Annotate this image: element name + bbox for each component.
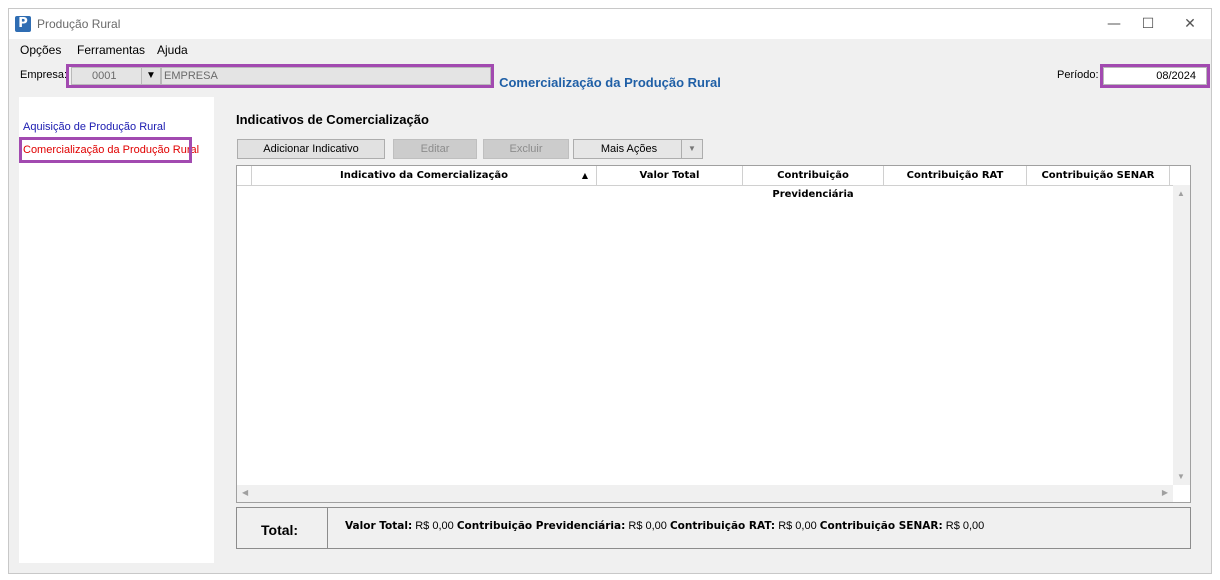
periodo-label: Período: bbox=[1057, 69, 1099, 81]
close-button[interactable]: ✕ bbox=[1167, 9, 1213, 39]
grid-header: Indicativo da Comercialização ▲ Valor To… bbox=[237, 166, 1190, 200]
more-actions-label: Mais Ações bbox=[600, 143, 658, 155]
title-bar: P Produção Rural — ☐ ✕ bbox=[9, 9, 1211, 39]
sidebar: Aquisição de Produção Rural Comercializa… bbox=[19, 97, 214, 563]
totals-divider bbox=[327, 508, 328, 548]
menu-opcoes[interactable]: Opções bbox=[20, 43, 61, 57]
delete-button[interactable]: Excluir bbox=[483, 139, 569, 159]
total-label: Total: bbox=[261, 522, 299, 538]
menu-ajuda[interactable]: Ajuda bbox=[157, 43, 188, 57]
more-actions-button[interactable]: Mais Ações ▼ bbox=[573, 139, 703, 159]
page-title: Comercialização da Produção Rural bbox=[499, 75, 721, 90]
prev-value: R$ 0,00 bbox=[628, 520, 667, 532]
section-title: Indicativos de Comercialização bbox=[236, 112, 429, 127]
prev-label: Contribuição Previdenciária: bbox=[456, 520, 626, 532]
row-header-cell bbox=[237, 166, 252, 185]
col-valor-total[interactable]: Valor Total bbox=[597, 166, 743, 185]
rat-label: Contribuição RAT: bbox=[669, 520, 776, 532]
scroll-right-icon[interactable]: ▶ bbox=[1162, 488, 1168, 497]
maximize-button[interactable]: ☐ bbox=[1125, 9, 1171, 39]
senar-label: Contribuição SENAR: bbox=[819, 520, 943, 532]
col-indicativo-label: Indicativo da Comercialização bbox=[340, 170, 508, 181]
valor-total-value: R$ 0,00 bbox=[415, 520, 454, 532]
periodo-highlight bbox=[1100, 64, 1210, 88]
valor-total-label: Valor Total: bbox=[345, 520, 413, 532]
app-window: P Produção Rural — ☐ ✕ Opções Ferramenta… bbox=[8, 8, 1212, 574]
sidebar-item-aquisicao[interactable]: Aquisição de Produção Rural bbox=[23, 121, 165, 133]
add-indicativo-button[interactable]: Adicionar Indicativo bbox=[237, 139, 385, 159]
app-logo-icon: P bbox=[15, 16, 31, 32]
rat-value: R$ 0,00 bbox=[778, 520, 817, 532]
col-indicativo[interactable]: Indicativo da Comercialização ▲ bbox=[252, 166, 597, 185]
sidebar-highlight bbox=[19, 137, 192, 163]
scroll-left-icon[interactable]: ◀ bbox=[242, 488, 248, 497]
menu-bar: Opções Ferramentas Ajuda bbox=[9, 39, 1211, 61]
scroll-down-icon[interactable]: ▼ bbox=[1177, 472, 1185, 481]
indicativos-grid: Indicativo da Comercialização ▲ Valor To… bbox=[236, 165, 1191, 503]
totals-summary: Valor Total: R$ 0,00 Contribuição Previd… bbox=[345, 520, 984, 532]
edit-button[interactable]: Editar bbox=[393, 139, 477, 159]
col-contribuicao-senar[interactable]: Contribuição SENAR bbox=[1027, 166, 1170, 185]
senar-value: R$ 0,00 bbox=[945, 520, 985, 532]
scroll-up-icon[interactable]: ▲ bbox=[1177, 189, 1185, 198]
window-title: Produção Rural bbox=[37, 17, 121, 31]
menu-ferramentas[interactable]: Ferramentas bbox=[77, 43, 145, 57]
sort-asc-icon: ▲ bbox=[581, 171, 588, 180]
dropdown-arrow-icon: ▼ bbox=[681, 140, 702, 158]
col-contribuicao-previdenciaria[interactable]: Contribuição Previdenciária bbox=[743, 166, 884, 200]
horizontal-scrollbar[interactable]: ◀ ▶ bbox=[237, 485, 1173, 502]
vertical-scrollbar[interactable]: ▲ ▼ bbox=[1173, 185, 1190, 485]
totals-panel: Total: Valor Total: R$ 0,00 Contribuição… bbox=[236, 507, 1191, 549]
col-contribuicao-rat[interactable]: Contribuição RAT bbox=[884, 166, 1027, 185]
